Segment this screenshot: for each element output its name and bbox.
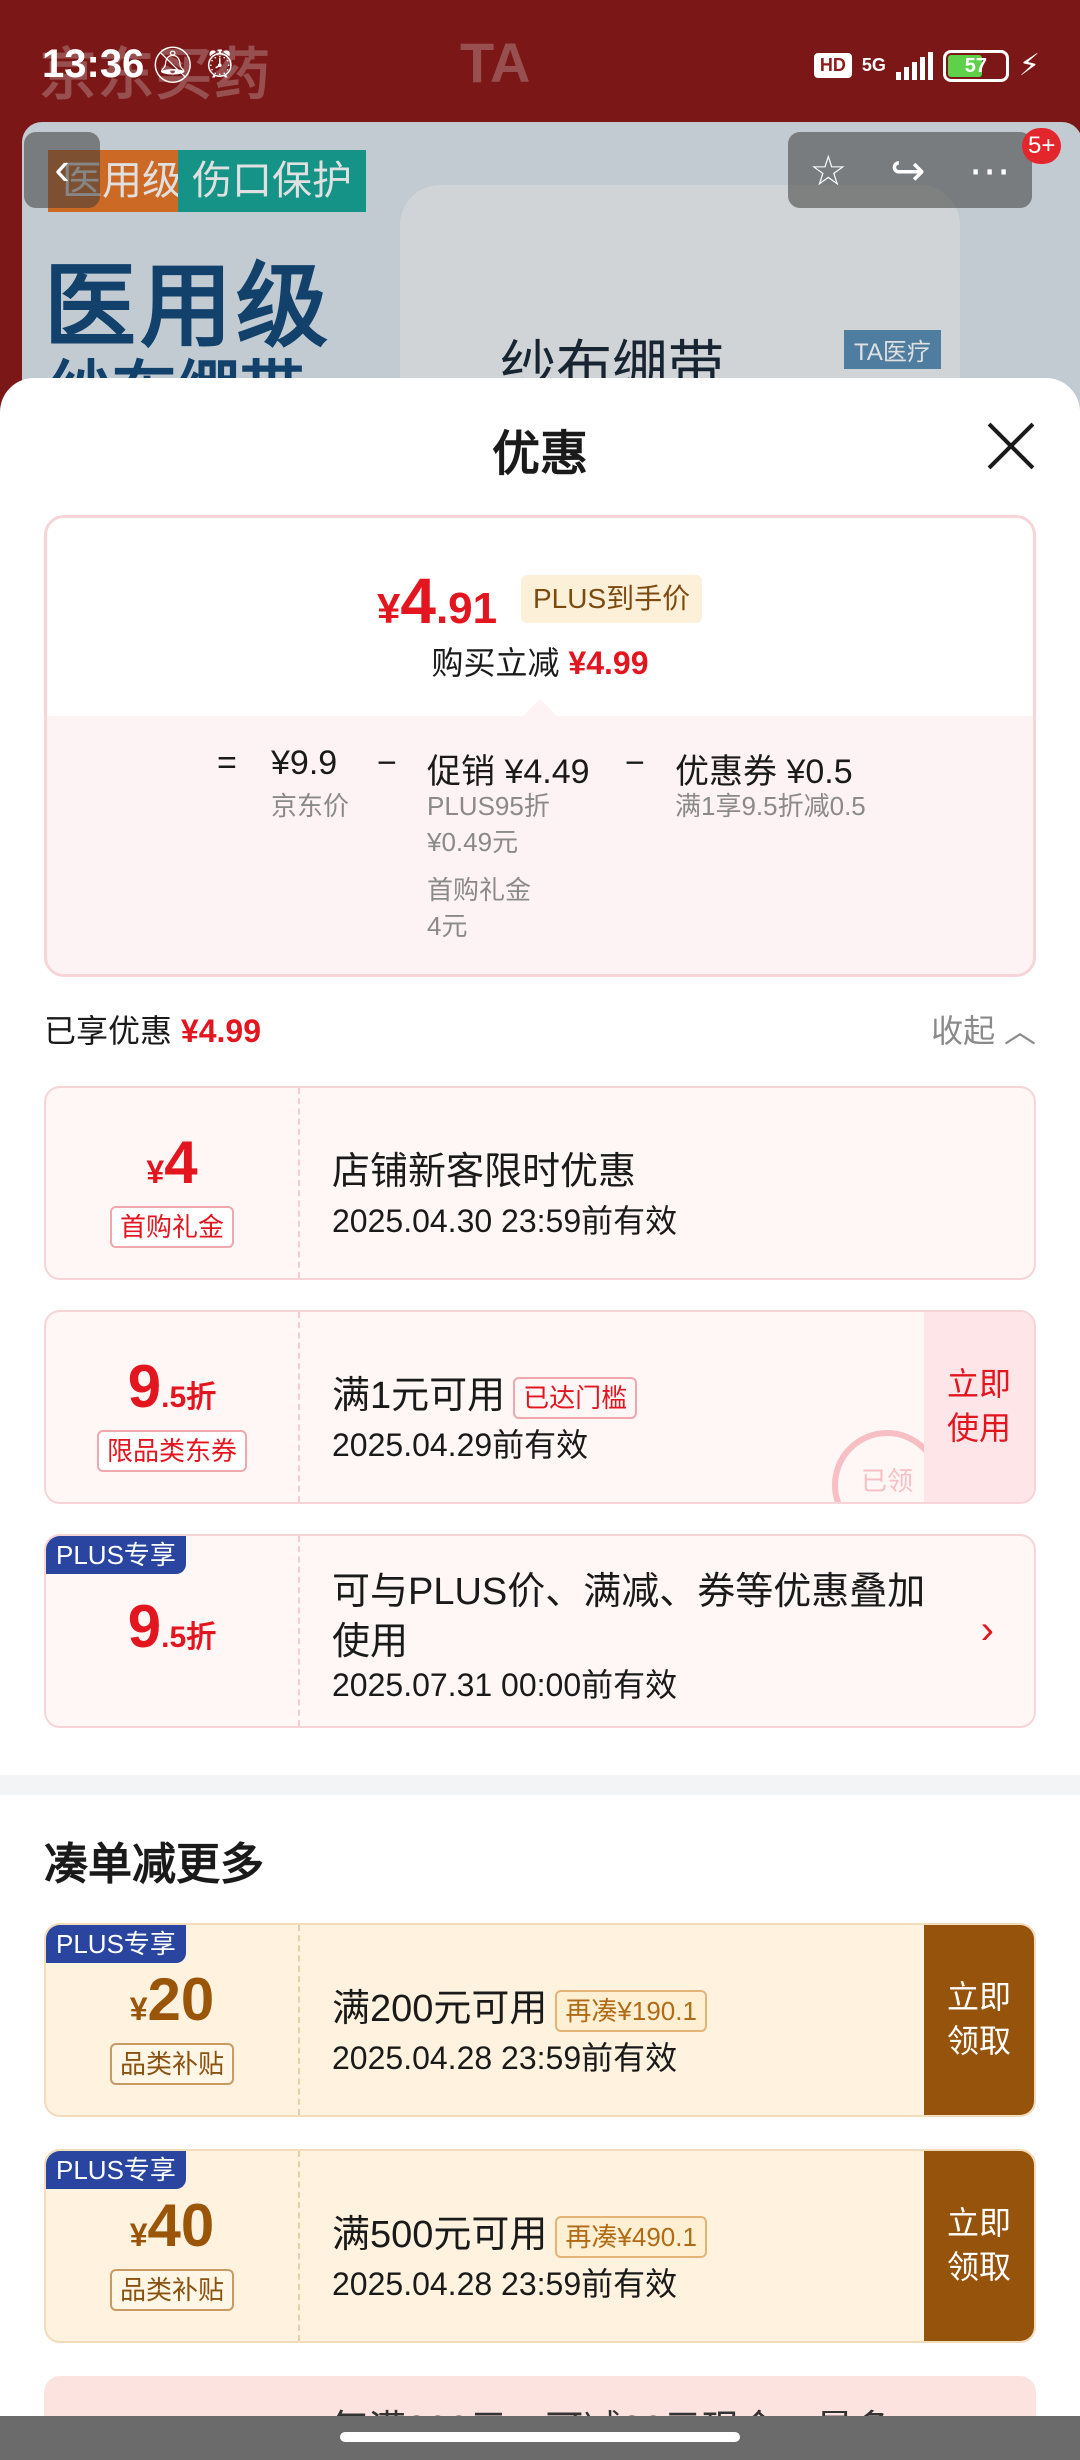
battery-icon: 57 [942,49,1009,82]
promo-amount: 促销 ¥4.49 [427,753,590,791]
charging-icon: ⚡ [1018,49,1040,82]
coupon-value: 9.5折 [127,1593,217,1660]
price-summary-card: ¥4.91 PLUS到手价 购买立减 ¥4.99 = ¥9.9 京东价 − 促销… [44,515,1036,977]
favorite-icon[interactable]: ☆ [810,146,848,195]
coupon-title: 使用 [332,1621,409,1663]
top-actions: ☆ ↪ ⋯ [788,132,1032,208]
coupon-card[interactable]: PLUS专享 9.5折 可与PLUS价、满减、券等优惠叠加 使用 2025.07… [44,1534,1036,1728]
coupon-amount: 优惠券 ¥0.5 [675,753,853,791]
coupon-date: 2025.04.29前有效 [332,1427,589,1463]
promo-detail: 4元 [427,911,468,941]
claim-button[interactable]: 立即 领取 [924,1925,1034,2115]
coupon-value: ¥4 [146,1129,198,1196]
coupon-date: 2025.07.31 00:00前有效 [332,1667,678,1703]
jd-price-label: 京东价 [271,791,350,821]
promo-detail: 首购礼金 [427,875,532,905]
share-icon[interactable]: ↪ [890,146,925,195]
collapse-button[interactable]: 收起 ︿ [931,1006,1036,1052]
threshold-badge: 已达门槛 [513,1376,638,1419]
equals-sign: = [217,744,237,782]
coupon-type: 品类补贴 [109,2043,234,2085]
instant-discount: 购买立减 ¥4.99 [431,645,649,681]
section-title: 凑单减更多 [44,1840,264,1889]
use-now-button[interactable]: 立即 使用 [924,1312,1034,1502]
more-icon[interactable]: ⋯ [968,146,1010,195]
back-button[interactable]: ‹ [24,132,100,208]
coupon-type: 限品类东券 [96,1430,247,1472]
enjoyed-discount: 已享优惠 ¥4.99 [44,1013,261,1049]
coupon-type: 品类补贴 [109,2269,234,2311]
coupon-date: 2025.04.28 23:59前有效 [332,2040,678,2076]
jd-price: ¥9.9 [271,744,338,782]
mute-alarm-icons: 🔕︎ ⏰︎ [150,44,234,85]
coupon-title: 满500元可用 再凑¥490.1 [332,2203,707,2258]
signal-icon [895,51,933,80]
coupon-value: 9.5折 [127,1353,217,1420]
coupon-date: 2025.04.30 23:59前有效 [332,1203,678,1239]
final-price: ¥4.91 [377,565,498,637]
coupon-card: ¥4 首购礼金 店铺新客限时优惠 2025.04.30 23:59前有效 [44,1086,1036,1280]
chevron-up-icon: ︿ [1003,1013,1036,1049]
coupon-value: ¥20 [129,1966,215,2033]
close-icon[interactable] [986,422,1036,472]
subsidy-coupon-card: PLUS专享 ¥20 品类补贴 满200元可用 再凑¥190.1 2025.04.… [44,1923,1036,2117]
message-badge: 5+ [1022,128,1062,164]
subsidy-coupon-card: PLUS专享 ¥40 品类补贴 满500元可用 再凑¥490.1 2025.04.… [44,2149,1036,2343]
network-label: 5G [861,55,886,75]
section-divider [0,1775,1080,1795]
remaining-badge: 再凑¥190.1 [555,1989,707,2032]
hd-icon: HD [813,53,852,78]
discount-sheet: 优惠 ¥4.91 PLUS到手价 购买立减 ¥4.99 = ¥9.9 京东价 −… [0,378,1080,2460]
clock: 13:36 [42,42,145,86]
status-bar: 13:36 🔕︎ ⏰︎ HD 5G 57 ⚡ [0,0,1080,130]
chevron-right-icon: › [980,1608,994,1652]
coupon-title: 店铺新客限时优惠 [332,1151,637,1193]
minus-sign: − [625,744,645,782]
coupon-value: ¥40 [129,2192,215,2259]
claim-button[interactable]: 立即 领取 [924,2151,1034,2341]
coupon-date: 2025.04.28 23:59前有效 [332,2266,678,2302]
back-icon: ‹ [54,142,70,194]
plus-price-tag: PLUS到手价 [521,575,703,623]
remaining-badge: 再凑¥490.1 [555,2215,707,2258]
coupon-card: 9.5折 限品类东券 满1元可用 已达门槛 2025.04.29前有效 已领 立即… [44,1310,1036,1504]
coupon-type: 首购礼金 [109,1206,234,1248]
home-indicator[interactable] [0,2416,1080,2460]
minus-sign: − [377,744,397,782]
coupon-detail: 满1享9.5折减0.5 [675,791,866,821]
coupon-title: 满200元可用 再凑¥190.1 [332,1977,707,2032]
promo-detail: PLUS95折 [427,791,550,821]
coupon-title: 可与PLUS价、满减、券等优惠叠加 [332,1571,926,1613]
promo-detail: ¥0.49元 [427,827,519,857]
coupon-title: 满1元可用 已达门槛 [332,1364,638,1419]
sheet-title: 优惠 [491,428,588,481]
